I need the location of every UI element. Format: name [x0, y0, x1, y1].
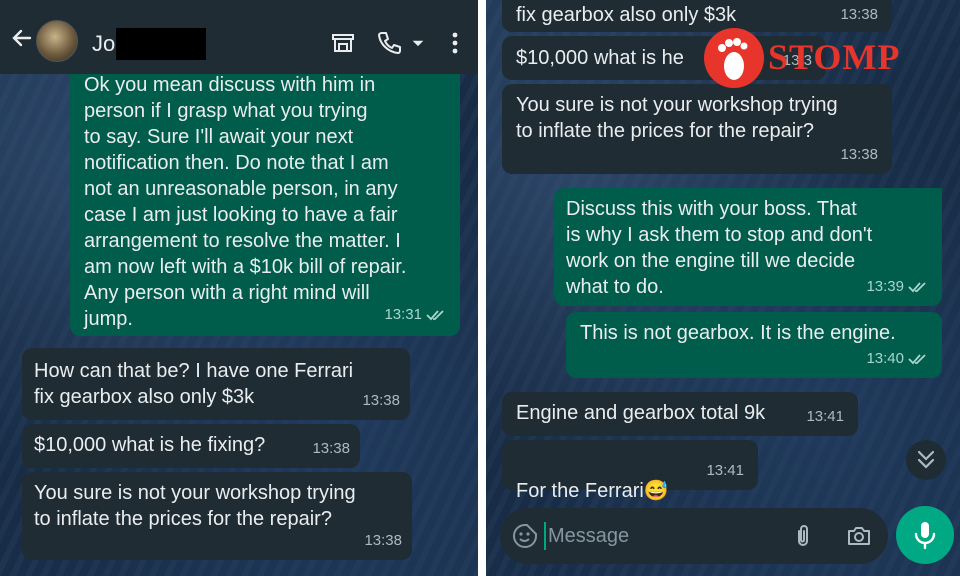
double-check-icon: [908, 282, 926, 293]
phone-icon[interactable]: [376, 30, 402, 56]
message-bubble-incoming[interactable]: For the Ferrari😅 13:41: [502, 440, 758, 502]
message-time: 13:38: [312, 440, 350, 457]
message-meta: 13:38: [312, 436, 350, 462]
footprint-icon: [718, 38, 748, 80]
left-chat-screenshot: Ok you mean discuss with him in person i…: [0, 0, 478, 576]
message-bubble-outgoing[interactable]: Ok you mean discuss with him in person i…: [70, 62, 460, 336]
shop-icon[interactable]: [330, 30, 356, 56]
message-time: 13:38: [362, 392, 400, 409]
message-composer: [500, 508, 888, 564]
message-input[interactable]: [544, 522, 784, 550]
message-text: You sure is not your workshop trying to …: [516, 94, 838, 142]
message-text: Engine and gearbox total 9k: [516, 402, 766, 424]
message-meta: 13:41: [706, 458, 744, 484]
message-bubble-incoming[interactable]: $10,000 what is he fixing? 13:38: [22, 424, 360, 468]
message-bubble-incoming[interactable]: fix gearbox also only $3k 13:38: [502, 0, 892, 32]
message-text: This is not gearbox. It is the engine.: [580, 322, 896, 344]
scroll-down-button[interactable]: [906, 440, 946, 480]
message-text: For the Ferrari😅: [516, 480, 669, 502]
message-meta: 13:39: [866, 274, 928, 300]
scroll-down-icon: [917, 450, 935, 469]
double-check-icon: [426, 310, 444, 321]
dropdown-icon[interactable]: [408, 30, 428, 56]
message-bubble-incoming[interactable]: Engine and gearbox total 9k 13:41: [502, 392, 858, 436]
message-time: 13:39: [866, 278, 904, 295]
message-bubble-outgoing[interactable]: Discuss this with your boss. That is why…: [554, 188, 942, 306]
message-time: 13:38: [840, 6, 878, 23]
attach-icon[interactable]: [790, 523, 816, 549]
message-text: fix gearbox also only $3k: [516, 4, 737, 26]
grinning-sweat-emoji: 😅: [643, 480, 669, 502]
avatar[interactable]: [36, 20, 78, 62]
message-bubble-incoming[interactable]: How can that be? I have one Ferrari fix …: [22, 348, 410, 420]
message-time: 13:38: [364, 532, 402, 549]
message-time: 13:31: [384, 306, 422, 323]
message-bubble-outgoing[interactable]: This is not gearbox. It is the engine. 1…: [566, 312, 942, 378]
stomp-footprint-logo: [704, 28, 764, 88]
redaction-box: [116, 28, 206, 60]
more-vertical-icon[interactable]: [442, 30, 468, 56]
message-text: You sure is not your workshop trying to …: [34, 482, 356, 530]
double-check-icon: [908, 354, 926, 365]
message-time: 13:38: [840, 146, 878, 163]
mic-icon: [914, 522, 936, 550]
message-text: Ok you mean discuss with him in person i…: [84, 74, 407, 330]
mic-button[interactable]: [896, 506, 954, 564]
message-meta: 13:38: [362, 388, 400, 414]
message-bubble-incoming[interactable]: You sure is not your workshop trying to …: [22, 472, 412, 560]
back-arrow-icon[interactable]: [10, 26, 34, 50]
stomp-watermark-text: STOMP: [768, 37, 901, 77]
chat-header: Jo: [0, 0, 478, 74]
message-bubble-incoming[interactable]: You sure is not your workshop trying to …: [502, 84, 892, 174]
panel-divider: [478, 0, 486, 576]
message-text-content: For the Ferrari: [516, 480, 644, 502]
message-meta: 13:38: [364, 528, 402, 554]
message-meta: 13:38: [840, 2, 878, 28]
message-time: 13:41: [806, 408, 844, 425]
message-time: 13:40: [866, 350, 904, 367]
message-time: 13:41: [706, 462, 744, 479]
contact-name[interactable]: Jo: [92, 31, 115, 57]
message-meta: 13:40: [866, 346, 928, 372]
camera-icon[interactable]: [846, 523, 872, 549]
message-meta: 13:41: [806, 404, 844, 430]
message-meta: 13:38: [840, 142, 878, 168]
emoji-sticker-icon[interactable]: [512, 523, 538, 549]
message-meta: 13:31: [384, 302, 446, 328]
message-text: How can that be? I have one Ferrari fix …: [34, 360, 354, 408]
message-text: $10,000 what is he fixing?: [34, 434, 266, 456]
